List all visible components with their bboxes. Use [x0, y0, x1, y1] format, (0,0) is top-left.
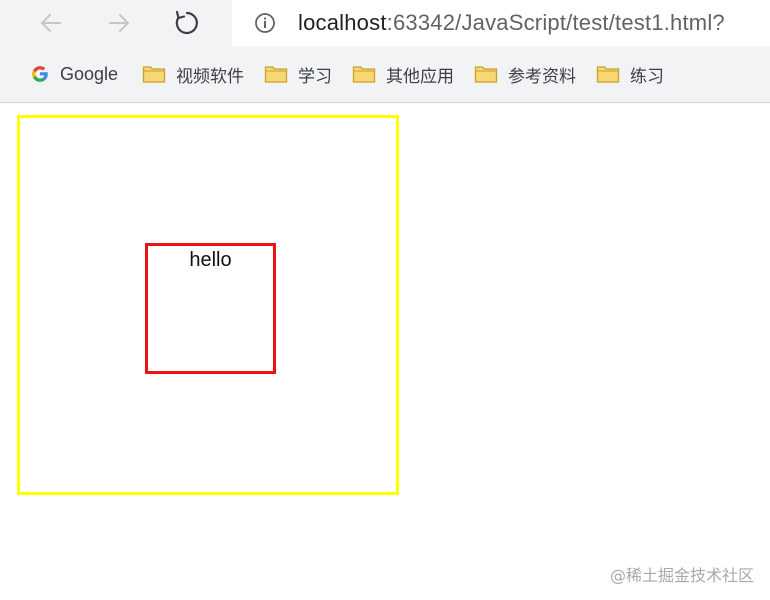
- bookmark-label: 学习: [298, 66, 333, 87]
- url-path: :63342/JavaScript/test/test1.html?: [386, 10, 725, 35]
- watermark: @稀土掘金技术社区: [609, 566, 754, 585]
- bookmark-folder-video-software[interactable]: 视频软件: [136, 58, 250, 90]
- folder-icon: [142, 64, 166, 84]
- bookmark-label: 参考资料: [508, 66, 577, 87]
- url-text[interactable]: localhost:63342/JavaScript/test/test1.ht…: [298, 10, 725, 36]
- reload-icon: [175, 10, 198, 35]
- navigation-bar: localhost:63342/JavaScript/test/test1.ht…: [0, 0, 770, 46]
- bookmark-label: 练习: [630, 66, 665, 87]
- bookmark-folder-practice[interactable]: 练习: [590, 58, 670, 90]
- outer-box: hello: [17, 115, 399, 495]
- bookmarks-bar: Google 视频软件 学习 其他应用 参考资料 练习: [0, 52, 770, 96]
- page-content: hello: [0, 104, 770, 600]
- info-icon[interactable]: [254, 12, 276, 34]
- forward-button[interactable]: [102, 6, 136, 40]
- folder-icon: [264, 64, 288, 84]
- bookmark-folder-reference[interactable]: 参考资料: [468, 58, 582, 90]
- bookmark-folder-other-apps[interactable]: 其他应用: [346, 58, 460, 90]
- back-button[interactable]: [34, 6, 68, 40]
- inner-box: hello: [145, 243, 276, 374]
- bookmark-label: 其他应用: [386, 66, 455, 87]
- url-host: localhost: [298, 10, 387, 35]
- bookmark-label: 视频软件: [176, 66, 245, 87]
- reload-button[interactable]: [170, 6, 204, 40]
- arrow-left-icon: [41, 14, 61, 32]
- google-logo-icon: [30, 64, 50, 84]
- bookmark-google[interactable]: Google: [24, 58, 124, 90]
- arrow-right-icon: [109, 14, 129, 32]
- folder-icon: [352, 64, 376, 84]
- inner-box-text: hello: [189, 249, 232, 271]
- folder-icon: [596, 64, 620, 84]
- address-bar[interactable]: localhost:63342/JavaScript/test/test1.ht…: [232, 0, 770, 46]
- bookmark-label: Google: [60, 63, 119, 84]
- browser-chrome: localhost:63342/JavaScript/test/test1.ht…: [0, 0, 770, 103]
- bookmark-folder-study[interactable]: 学习: [258, 58, 338, 90]
- folder-icon: [474, 64, 498, 84]
